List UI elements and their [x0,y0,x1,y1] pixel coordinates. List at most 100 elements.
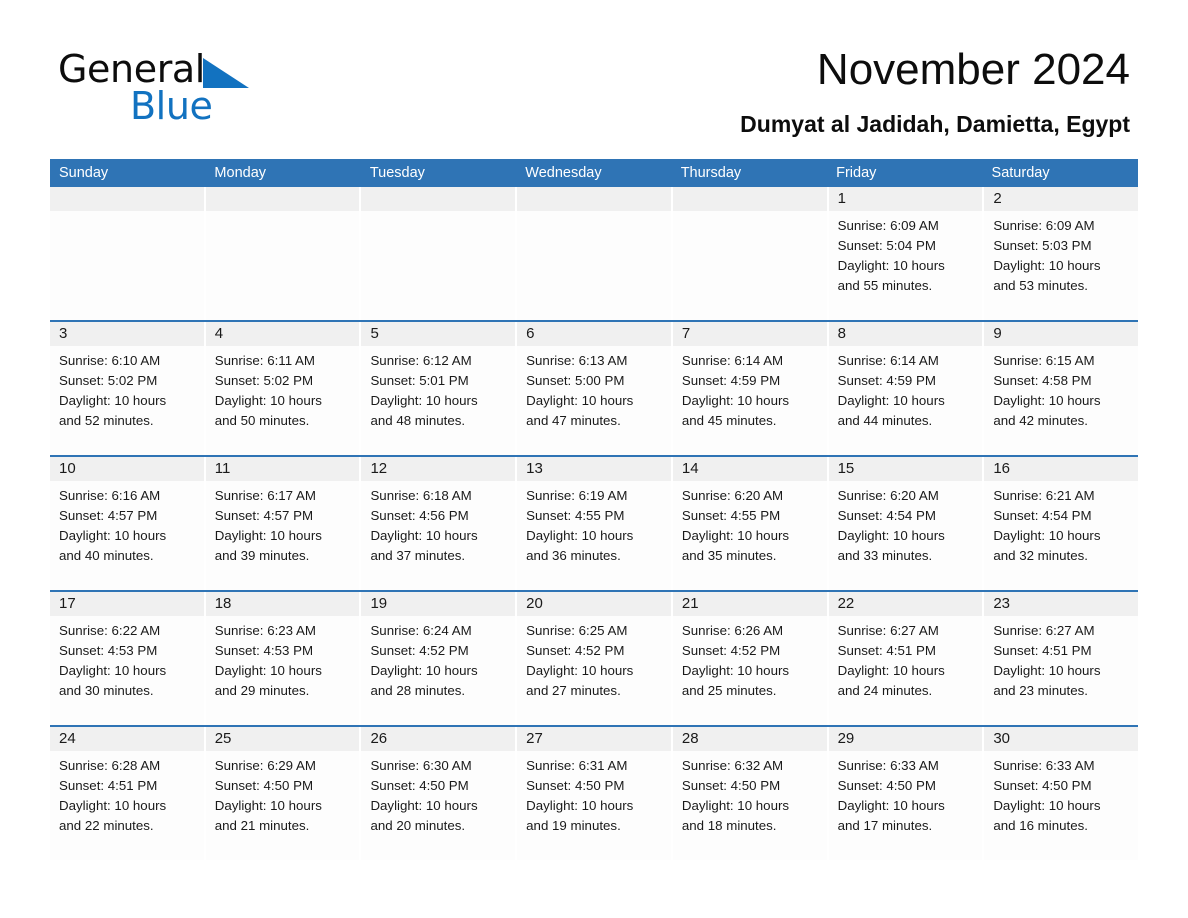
day-cell[interactable] [361,187,516,320]
daylight-text-line1: Daylight: 10 hours [993,663,1101,678]
daylight-text-line1: Daylight: 10 hours [59,798,167,813]
day-cell[interactable]: 2 Sunrise: 6:09 AM Sunset: 5:03 PM Dayli… [984,187,1139,320]
day-cell[interactable]: 28 Sunrise: 6:32 AM Sunset: 4:50 PM Dayl… [672,727,827,860]
day-number: 14 [672,457,827,481]
day-cell[interactable]: 3 Sunrise: 6:10 AM Sunset: 5:02 PM Dayli… [50,322,204,455]
daylight-text-line2: and 19 minutes. [526,818,621,833]
sunset-text: Sunset: 5:02 PM [214,373,314,388]
day-number: 16 [984,457,1139,481]
day-cell[interactable]: 8 Sunrise: 6:14 AM Sunset: 4:59 PM Dayli… [828,322,983,455]
day-number: 24 [50,727,204,751]
day-cell[interactable]: 19 Sunrise: 6:24 AM Sunset: 4:52 PM Dayl… [361,592,516,725]
day-cell[interactable]: 15 Sunrise: 6:20 AM Sunset: 4:54 PM Dayl… [828,457,983,590]
day-cell[interactable]: 9 Sunrise: 6:15 AM Sunset: 4:58 PM Dayli… [984,322,1139,455]
day-info: Sunrise: 6:22 AM Sunset: 4:53 PM Dayligh… [50,616,204,701]
day-cell[interactable] [205,187,360,320]
day-number: 5 [361,322,516,346]
day-info: Sunrise: 6:16 AM Sunset: 4:57 PM Dayligh… [50,481,204,566]
sunset-text: Sunset: 4:50 PM [681,778,781,793]
day-cell[interactable]: 18 Sunrise: 6:23 AM Sunset: 4:53 PM Dayl… [205,592,360,725]
day-number: 19 [361,592,516,616]
calendar-grid: Sunday Monday Tuesday Wednesday Thursday… [50,159,1139,860]
day-cell[interactable] [672,187,827,320]
sunrise-text: Sunrise: 6:15 AM [993,353,1095,368]
day-cell[interactable] [50,187,204,320]
daylight-text-line1: Daylight: 10 hours [214,528,322,543]
sunrise-text: Sunrise: 6:09 AM [837,218,939,233]
day-cell[interactable]: 7 Sunrise: 6:14 AM Sunset: 4:59 PM Dayli… [672,322,827,455]
daylight-text-line1: Daylight: 10 hours [681,663,790,678]
day-number: 26 [361,727,516,751]
day-cell[interactable]: 4 Sunrise: 6:11 AM Sunset: 5:02 PM Dayli… [205,322,360,455]
day-number: 28 [672,727,827,751]
day-info: Sunrise: 6:11 AM Sunset: 5:02 PM Dayligh… [206,346,360,431]
day-cell[interactable]: 12 Sunrise: 6:18 AM Sunset: 4:56 PM Dayl… [361,457,516,590]
daylight-text-line2: and 37 minutes. [370,548,466,563]
day-cell[interactable]: 16 Sunrise: 6:21 AM Sunset: 4:54 PM Dayl… [984,457,1139,590]
day-info: Sunrise: 6:26 AM Sunset: 4:52 PM Dayligh… [673,616,827,701]
sunset-text: Sunset: 5:03 PM [993,238,1092,253]
day-cell[interactable]: 21 Sunrise: 6:26 AM Sunset: 4:52 PM Dayl… [672,592,827,725]
sunrise-text: Sunrise: 6:18 AM [370,488,472,503]
day-cell[interactable]: 1 Sunrise: 6:09 AM Sunset: 5:04 PM Dayli… [828,187,983,320]
sunset-text: Sunset: 4:51 PM [837,643,936,658]
day-cell[interactable] [517,187,671,320]
sunrise-text: Sunrise: 6:16 AM [59,488,161,503]
daylight-text-line2: and 20 minutes. [370,818,466,833]
day-cell[interactable]: 14 Sunrise: 6:20 AM Sunset: 4:55 PM Dayl… [672,457,827,590]
sunset-text: Sunset: 4:50 PM [370,778,469,793]
day-cell[interactable]: 5 Sunrise: 6:12 AM Sunset: 5:01 PM Dayli… [361,322,516,455]
day-cell[interactable]: 29 Sunrise: 6:33 AM Sunset: 4:50 PM Dayl… [828,727,983,860]
day-info: Sunrise: 6:25 AM Sunset: 4:52 PM Dayligh… [517,616,671,701]
day-number: 7 [672,322,827,346]
day-cell[interactable]: 24 Sunrise: 6:28 AM Sunset: 4:51 PM Dayl… [50,727,204,860]
day-info: Sunrise: 6:14 AM Sunset: 4:59 PM Dayligh… [829,346,983,431]
day-cell[interactable]: 27 Sunrise: 6:31 AM Sunset: 4:50 PM Dayl… [517,727,671,860]
day-cell[interactable]: 11 Sunrise: 6:17 AM Sunset: 4:57 PM Dayl… [205,457,360,590]
day-info: Sunrise: 6:30 AM Sunset: 4:50 PM Dayligh… [361,751,515,836]
day-cell[interactable]: 25 Sunrise: 6:29 AM Sunset: 4:50 PM Dayl… [205,727,360,860]
daylight-text-line2: and 18 minutes. [681,818,777,833]
day-cell[interactable]: 10 Sunrise: 6:16 AM Sunset: 4:57 PM Dayl… [50,457,204,590]
day-info [673,211,827,216]
day-number: 22 [828,592,983,616]
sunset-text: Sunset: 4:55 PM [526,508,625,523]
day-cell[interactable]: 6 Sunrise: 6:13 AM Sunset: 5:00 PM Dayli… [517,322,671,455]
day-cell[interactable]: 20 Sunrise: 6:25 AM Sunset: 4:52 PM Dayl… [517,592,671,725]
sunrise-text: Sunrise: 6:27 AM [837,623,939,638]
day-cell[interactable]: 23 Sunrise: 6:27 AM Sunset: 4:51 PM Dayl… [984,592,1139,725]
day-info: Sunrise: 6:31 AM Sunset: 4:50 PM Dayligh… [517,751,671,836]
sunset-text: Sunset: 5:04 PM [837,238,936,253]
day-info: Sunrise: 6:18 AM Sunset: 4:56 PM Dayligh… [361,481,515,566]
day-number: 15 [828,457,983,481]
day-info: Sunrise: 6:13 AM Sunset: 5:00 PM Dayligh… [517,346,671,431]
day-info: Sunrise: 6:27 AM Sunset: 4:51 PM Dayligh… [829,616,983,701]
sunrise-text: Sunrise: 6:24 AM [370,623,472,638]
general-blue-logo[interactable]: General Blue [58,48,318,128]
daylight-text-line1: Daylight: 10 hours [370,663,478,678]
daylight-text-line1: Daylight: 10 hours [526,393,634,408]
logo-text-blue: Blue [130,84,213,128]
day-cell[interactable]: 13 Sunrise: 6:19 AM Sunset: 4:55 PM Dayl… [517,457,671,590]
daylight-text-line2: and 55 minutes. [837,278,933,293]
sunset-text: Sunset: 5:02 PM [59,373,158,388]
day-info: Sunrise: 6:32 AM Sunset: 4:50 PM Dayligh… [673,751,827,836]
sunset-text: Sunset: 4:55 PM [681,508,781,523]
sunrise-text: Sunrise: 6:31 AM [526,758,628,773]
sunset-text: Sunset: 4:53 PM [59,643,158,658]
day-info: Sunrise: 6:20 AM Sunset: 4:55 PM Dayligh… [673,481,827,566]
day-info: Sunrise: 6:24 AM Sunset: 4:52 PM Dayligh… [361,616,515,701]
day-info [50,211,204,216]
day-cell[interactable]: 22 Sunrise: 6:27 AM Sunset: 4:51 PM Dayl… [828,592,983,725]
day-number: 27 [517,727,671,751]
week-row: 3 Sunrise: 6:10 AM Sunset: 5:02 PM Dayli… [50,320,1139,455]
sunset-text: Sunset: 4:50 PM [526,778,625,793]
sunrise-text: Sunrise: 6:26 AM [681,623,784,638]
day-cell[interactable]: 30 Sunrise: 6:33 AM Sunset: 4:50 PM Dayl… [984,727,1139,860]
day-info: Sunrise: 6:09 AM Sunset: 5:03 PM Dayligh… [984,211,1138,296]
day-number: 23 [984,592,1139,616]
day-cell[interactable]: 26 Sunrise: 6:30 AM Sunset: 4:50 PM Dayl… [361,727,516,860]
week-row: 1 Sunrise: 6:09 AM Sunset: 5:04 PM Dayli… [50,187,1139,320]
day-cell[interactable]: 17 Sunrise: 6:22 AM Sunset: 4:53 PM Dayl… [50,592,204,725]
daylight-text-line2: and 39 minutes. [214,548,310,563]
